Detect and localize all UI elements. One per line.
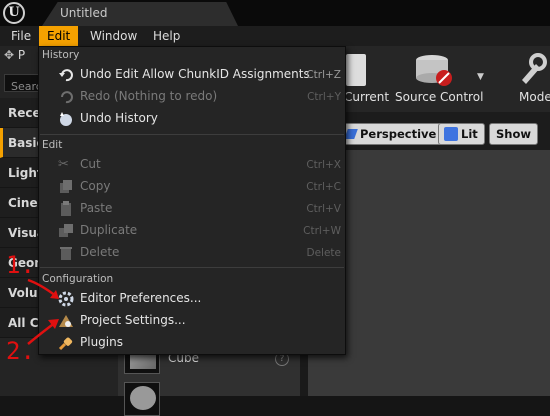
place-panel-header: ✥ P <box>4 48 26 62</box>
undo-menu-item[interactable]: Undo Edit Allow ChunkID Assignments <box>80 67 310 81</box>
sphere-icon <box>130 386 156 410</box>
redo-shortcut: Ctrl+Y <box>307 91 341 103</box>
delete-icon <box>58 245 74 261</box>
menu-separator <box>40 267 344 268</box>
undo-history-icon <box>58 111 74 127</box>
menu-file[interactable]: File <box>3 26 39 46</box>
modes-button[interactable]: Mode <box>519 90 550 104</box>
menu-edit[interactable]: Edit <box>39 26 79 46</box>
duplicate-shortcut: Ctrl+W <box>303 225 341 237</box>
save-current-icon[interactable] <box>346 54 366 86</box>
annotation-arrow-1 <box>26 276 62 306</box>
save-current-button[interactable]: Current <box>344 90 389 104</box>
copy-shortcut: Ctrl+C <box>306 181 341 193</box>
show-button[interactable]: Show <box>489 123 538 145</box>
lit-button[interactable]: Lit <box>438 123 485 145</box>
menu-window[interactable]: Window <box>82 26 145 46</box>
duplicate-icon <box>58 223 74 239</box>
menu-separator <box>40 134 344 135</box>
annotation-arrow-2 <box>26 316 62 350</box>
delete-menu-item[interactable]: Delete <box>80 245 119 259</box>
scissors-icon: ✂ <box>58 157 69 172</box>
source-control-button[interactable]: Source Control <box>395 90 483 104</box>
menu-help[interactable]: Help <box>145 26 188 46</box>
document-tab-label: Untitled <box>60 6 108 20</box>
redo-menu-item[interactable]: Redo (Nothing to redo) <box>80 89 217 103</box>
edit-section-header: Edit <box>42 139 63 151</box>
history-section-header: History <box>42 49 80 61</box>
unreal-logo-icon[interactable]: U <box>3 2 25 24</box>
place-mode-icon: ✥ <box>4 48 18 62</box>
delete-shortcut: Delete <box>306 247 342 259</box>
editor-preferences-menu-item[interactable]: Editor Preferences... <box>80 291 201 305</box>
copy-menu-item[interactable]: Copy <box>80 179 110 193</box>
undo-icon <box>58 67 74 83</box>
plugins-menu-item[interactable]: Plugins <box>80 335 123 349</box>
perspective-button[interactable]: Perspective <box>341 123 444 145</box>
redo-icon <box>58 89 74 105</box>
duplicate-menu-item[interactable]: Duplicate <box>80 223 137 237</box>
paste-icon <box>58 201 74 217</box>
cut-shortcut: Ctrl+X <box>306 159 341 171</box>
copy-icon <box>58 179 74 195</box>
project-settings-menu-item[interactable]: Project Settings... <box>80 313 186 327</box>
lit-cube-icon <box>444 127 458 141</box>
annotation-step-1: 1. <box>6 251 35 279</box>
paste-shortcut: Ctrl+V <box>306 203 341 215</box>
cut-menu-item[interactable]: Cut <box>80 157 101 171</box>
source-control-icon[interactable] <box>414 52 458 88</box>
perspective-icon <box>344 129 358 139</box>
source-control-dropdown-icon[interactable]: ▼ <box>477 72 484 82</box>
paste-menu-item[interactable]: Paste <box>80 201 112 215</box>
undo-shortcut: Ctrl+Z <box>306 69 341 81</box>
modes-icon[interactable] <box>516 52 550 86</box>
undo-history-menu-item[interactable]: Undo History <box>80 111 158 125</box>
